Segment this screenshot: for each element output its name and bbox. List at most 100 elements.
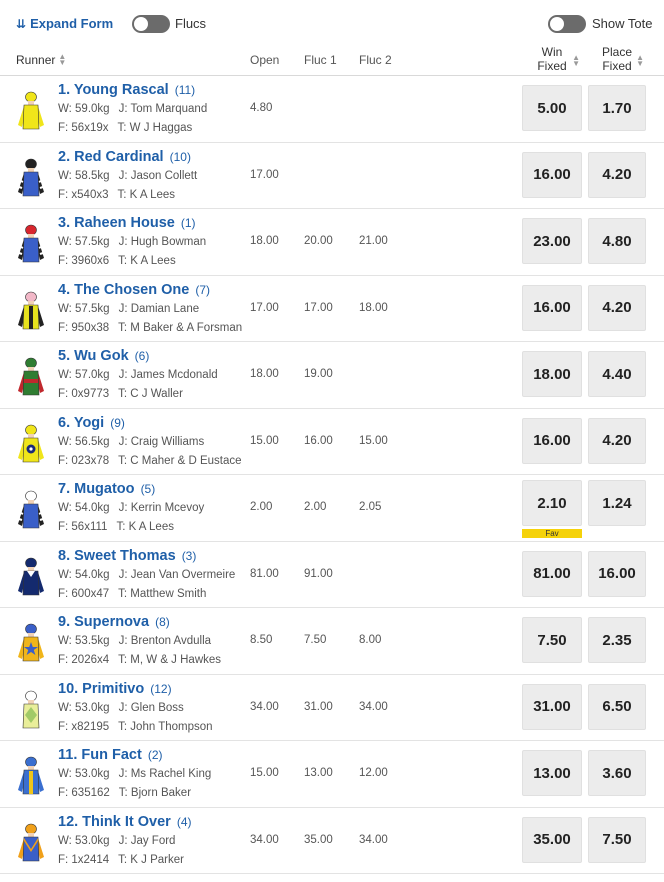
jockey-silk-icon bbox=[16, 422, 46, 464]
win-fixed-odds-button[interactable]: 18.00 bbox=[522, 351, 582, 397]
place-fixed-odds-button[interactable]: 4.80 bbox=[588, 218, 646, 264]
fluc2-column-header: Fluc 2 bbox=[359, 53, 392, 67]
expand-form-button[interactable]: ⇊ Expand Form bbox=[16, 16, 113, 31]
flucs-label: Flucs bbox=[175, 16, 207, 31]
barrier-number: (10) bbox=[169, 149, 191, 164]
sort-arrows-icon: ▲ ▼ bbox=[572, 53, 580, 68]
runner-trainer: T: M, W & J Hawkes bbox=[118, 654, 222, 666]
jockey-silk-icon bbox=[16, 621, 46, 663]
barrier-number: (9) bbox=[110, 415, 125, 430]
runner-jockey: J: Ms Rachel King bbox=[118, 768, 212, 780]
runner-name-link[interactable]: 1. Young Rascal (11) bbox=[58, 82, 195, 98]
win-fixed-column-header[interactable]: Win Fixed ▲ ▼ bbox=[522, 45, 582, 73]
open-price: 8.50 bbox=[250, 634, 273, 646]
barrier-number: (4) bbox=[176, 814, 192, 829]
win-fixed-odds-button[interactable]: 16.00 bbox=[522, 151, 582, 198]
runner-column-header[interactable]: Runner ▲ ▼ bbox=[16, 53, 66, 68]
runner-weight-jockey: W: 57.5kg J: Damian Lane bbox=[58, 303, 199, 315]
barrier-number: (12) bbox=[150, 681, 172, 696]
open-price: 34.00 bbox=[250, 833, 279, 846]
place-fixed-odds-button[interactable]: 16.00 bbox=[588, 550, 646, 597]
win-fixed-odds-button[interactable]: 23.00 bbox=[522, 218, 582, 264]
runner-name-link[interactable]: 2. Red Cardinal (10) bbox=[58, 149, 191, 165]
jockey-silk-icon bbox=[16, 488, 46, 530]
place-fixed-odds-button[interactable]: 2.35 bbox=[588, 617, 646, 663]
runner-name-link[interactable]: 11. Fun Fact (2) bbox=[58, 747, 163, 763]
runner-name-link[interactable]: 4. The Chosen One (7) bbox=[58, 282, 210, 298]
runner-form-trainer: F: x82195 T: John Thompson bbox=[58, 721, 213, 733]
win-fixed-odds-button[interactable]: 7.50 bbox=[522, 617, 582, 663]
open-price: 4.80 bbox=[250, 102, 273, 114]
runner-name: 10. Primitivo bbox=[58, 680, 145, 697]
place-fixed-odds-button[interactable]: 4.20 bbox=[588, 284, 646, 331]
runner-form-trainer: F: 56x111 T: K A Lees bbox=[58, 521, 174, 533]
place-fixed-odds-button[interactable]: 6.50 bbox=[588, 683, 646, 730]
runner-name-link[interactable]: 6. Yogi (9) bbox=[58, 415, 125, 431]
runner-jockey: J: Brenton Avdulla bbox=[118, 635, 212, 647]
runner-name-link[interactable]: 9. Supernova (8) bbox=[58, 614, 170, 630]
runner-jockey: J: Craig Williams bbox=[118, 435, 205, 448]
place-fixed-odds-button[interactable]: 1.24 bbox=[588, 480, 646, 526]
fluc1-price: 7.50 bbox=[304, 634, 327, 646]
runner-trainer: T: Matthew Smith bbox=[118, 587, 207, 600]
runner-form: F: 56x19x bbox=[58, 122, 109, 134]
win-fixed-odds-button[interactable]: 5.00 bbox=[522, 85, 582, 131]
place-fixed-column-header[interactable]: Place Fixed ▲ ▼ bbox=[588, 45, 646, 73]
runner-weight-jockey: W: 53.0kg J: Jay Ford bbox=[58, 835, 175, 847]
runner-name-link[interactable]: 8. Sweet Thomas (3) bbox=[58, 548, 196, 564]
fluc2-price: 21.00 bbox=[359, 235, 388, 247]
runner-form: F: x82195 bbox=[58, 720, 110, 733]
runner-weight-jockey: W: 53.5kg J: Brenton Avdulla bbox=[58, 635, 211, 647]
runner-row: 3. Raheen House (1) W: 57.5kg J: Hugh Bow… bbox=[0, 209, 664, 276]
win-fixed-odds-button[interactable]: 31.00 bbox=[522, 683, 582, 730]
win-fixed-odds-button[interactable]: 35.00 bbox=[522, 816, 582, 863]
place-fixed-odds-button[interactable]: 4.20 bbox=[588, 151, 646, 198]
barrier-number: (1) bbox=[180, 216, 196, 230]
place-fixed-odds-button[interactable]: 4.40 bbox=[588, 351, 646, 397]
runner-form-trainer: F: 635162 T: Bjorn Baker bbox=[58, 787, 191, 799]
runner-row: 6. Yogi (9) W: 56.5kg J: Craig Williams F… bbox=[0, 409, 664, 475]
runner-form: F: 635162 bbox=[58, 787, 110, 799]
place-fixed-odds-button[interactable]: 3.60 bbox=[588, 750, 646, 796]
open-column-header: Open bbox=[250, 53, 280, 67]
flucs-toggle[interactable] bbox=[132, 15, 170, 33]
barrier-number: (5) bbox=[140, 482, 156, 496]
barrier-number: (7) bbox=[195, 282, 211, 297]
runner-form: F: 56x111 bbox=[58, 521, 108, 533]
fluc1-price: 13.00 bbox=[304, 767, 333, 779]
place-fixed-odds-button[interactable]: 1.70 bbox=[588, 85, 646, 131]
win-fixed-odds-button[interactable]: 2.10 bbox=[522, 480, 582, 526]
runner-name-link[interactable]: 5. Wu Gok (6) bbox=[58, 348, 149, 364]
runner-jockey: J: Jay Ford bbox=[118, 834, 176, 847]
runner-trainer: T: C Maher & D Eustace bbox=[118, 454, 242, 467]
runner-name-link[interactable]: 10. Primitivo (12) bbox=[58, 681, 172, 697]
runner-form: F: 0x9773 bbox=[58, 388, 110, 400]
runner-name-link[interactable]: 3. Raheen House (1) bbox=[58, 215, 196, 231]
jockey-silk-icon bbox=[16, 821, 46, 863]
win-fixed-odds-button[interactable]: 13.00 bbox=[522, 750, 582, 796]
fluc2-price: 34.00 bbox=[359, 833, 388, 846]
runner-form: F: 2026x4 bbox=[58, 654, 110, 666]
runner-form-trainer: F: x540x3 T: K A Lees bbox=[58, 189, 175, 201]
runner-weight-jockey: W: 54.0kg J: Jean Van Overmeire bbox=[58, 569, 235, 581]
runner-form-trainer: F: 3960x6 T: K A Lees bbox=[58, 255, 176, 267]
runner-name-link[interactable]: 7. Mugatoo (5) bbox=[58, 481, 155, 497]
runner-name: 6. Yogi bbox=[58, 414, 105, 431]
runner-jockey: J: Glen Boss bbox=[118, 701, 184, 714]
runner-trainer: T: W J Haggas bbox=[117, 122, 193, 134]
win-fixed-odds-button[interactable]: 16.00 bbox=[522, 284, 582, 331]
runner-form-trainer: F: 56x19x T: W J Haggas bbox=[58, 122, 192, 134]
win-fixed-odds-button[interactable]: 81.00 bbox=[522, 550, 582, 597]
show-tote-toggle[interactable] bbox=[548, 15, 586, 33]
runner-jockey: J: James Mcdonald bbox=[118, 369, 218, 381]
win-fixed-odds-button[interactable]: 16.00 bbox=[522, 417, 582, 464]
place-fixed-odds-button[interactable]: 7.50 bbox=[588, 816, 646, 863]
runner-trainer: T: Bjorn Baker bbox=[118, 787, 192, 799]
barrier-number: (3) bbox=[181, 548, 197, 563]
runner-weight-jockey: W: 58.5kg J: Jason Collett bbox=[58, 170, 197, 182]
runner-weight: W: 59.0kg bbox=[58, 103, 110, 115]
runner-form: F: x540x3 bbox=[58, 188, 109, 201]
runner-row: 1. Young Rascal (11) W: 59.0kg J: Tom Mar… bbox=[0, 76, 664, 143]
runner-name-link[interactable]: 12. Think It Over (4) bbox=[58, 814, 192, 830]
place-fixed-odds-button[interactable]: 4.20 bbox=[588, 417, 646, 464]
